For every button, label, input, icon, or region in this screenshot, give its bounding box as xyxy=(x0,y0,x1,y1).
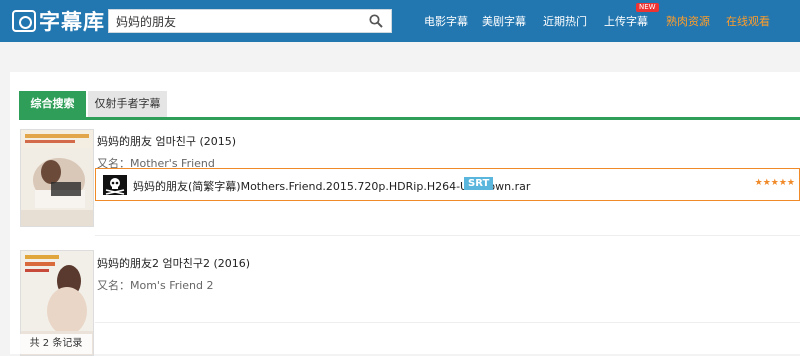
tab-underline xyxy=(19,117,800,120)
nav-movie-subtitles[interactable]: 电影字幕 xyxy=(424,0,468,42)
subtitle-row[interactable]: 妈妈的朋友(简繁字幕)Mothers.Friend.2015.720p.HDRi… xyxy=(95,168,800,201)
nav-upload-label: 上传字幕 xyxy=(604,15,648,28)
result-alias: 又名：Mom's Friend 2 xyxy=(97,277,214,293)
nav-recent-hot[interactable]: 近期热门 xyxy=(543,0,587,42)
search-box xyxy=(108,9,392,33)
tab-shooter-only[interactable]: 仅射手者字幕 xyxy=(88,91,167,117)
search-icon xyxy=(369,14,383,28)
nav-upload-subtitle[interactable]: 上传字幕 NEW xyxy=(604,0,659,42)
alias-value: Mom's Friend 2 xyxy=(130,279,214,292)
nav-translated-resources[interactable]: 熟肉资源 xyxy=(666,0,710,42)
logo-text: 字幕库 xyxy=(39,10,105,34)
search-button[interactable] xyxy=(361,10,391,32)
nav-us-series-subtitles[interactable]: 美剧字幕 xyxy=(482,0,526,42)
search-results-panel: 综合搜索 仅射手者字幕 妈妈的朋友 엄마친구 (2015) 又名：Mother'… xyxy=(10,72,800,356)
rating-stars: ★★★★★ xyxy=(754,178,795,188)
new-badge: NEW xyxy=(636,3,659,12)
top-navigation-bar: 字幕库 电影字幕 美剧字幕 近期热门 上传字幕 NEW 熟肉资源 在线观看 xyxy=(0,0,800,42)
poster-image[interactable] xyxy=(20,129,94,227)
result-title[interactable]: 妈妈的朋友 엄마친구 (2015) xyxy=(97,133,236,149)
skull-icon xyxy=(103,175,127,195)
logo-icon xyxy=(12,10,36,32)
format-badge: SRT xyxy=(464,177,494,190)
result-divider xyxy=(95,322,800,323)
search-input[interactable] xyxy=(109,10,356,32)
result-divider xyxy=(95,235,800,236)
site-logo[interactable]: 字幕库 xyxy=(12,7,105,35)
tab-combined-search[interactable]: 综合搜索 xyxy=(19,91,86,117)
nav-watch-online[interactable]: 在线观看 xyxy=(726,0,770,42)
result-title[interactable]: 妈妈的朋友2 엄마친구2 (2016) xyxy=(97,255,250,271)
alias-label: 又名： xyxy=(97,279,130,292)
record-count: 共 2 条记录 xyxy=(20,334,92,354)
